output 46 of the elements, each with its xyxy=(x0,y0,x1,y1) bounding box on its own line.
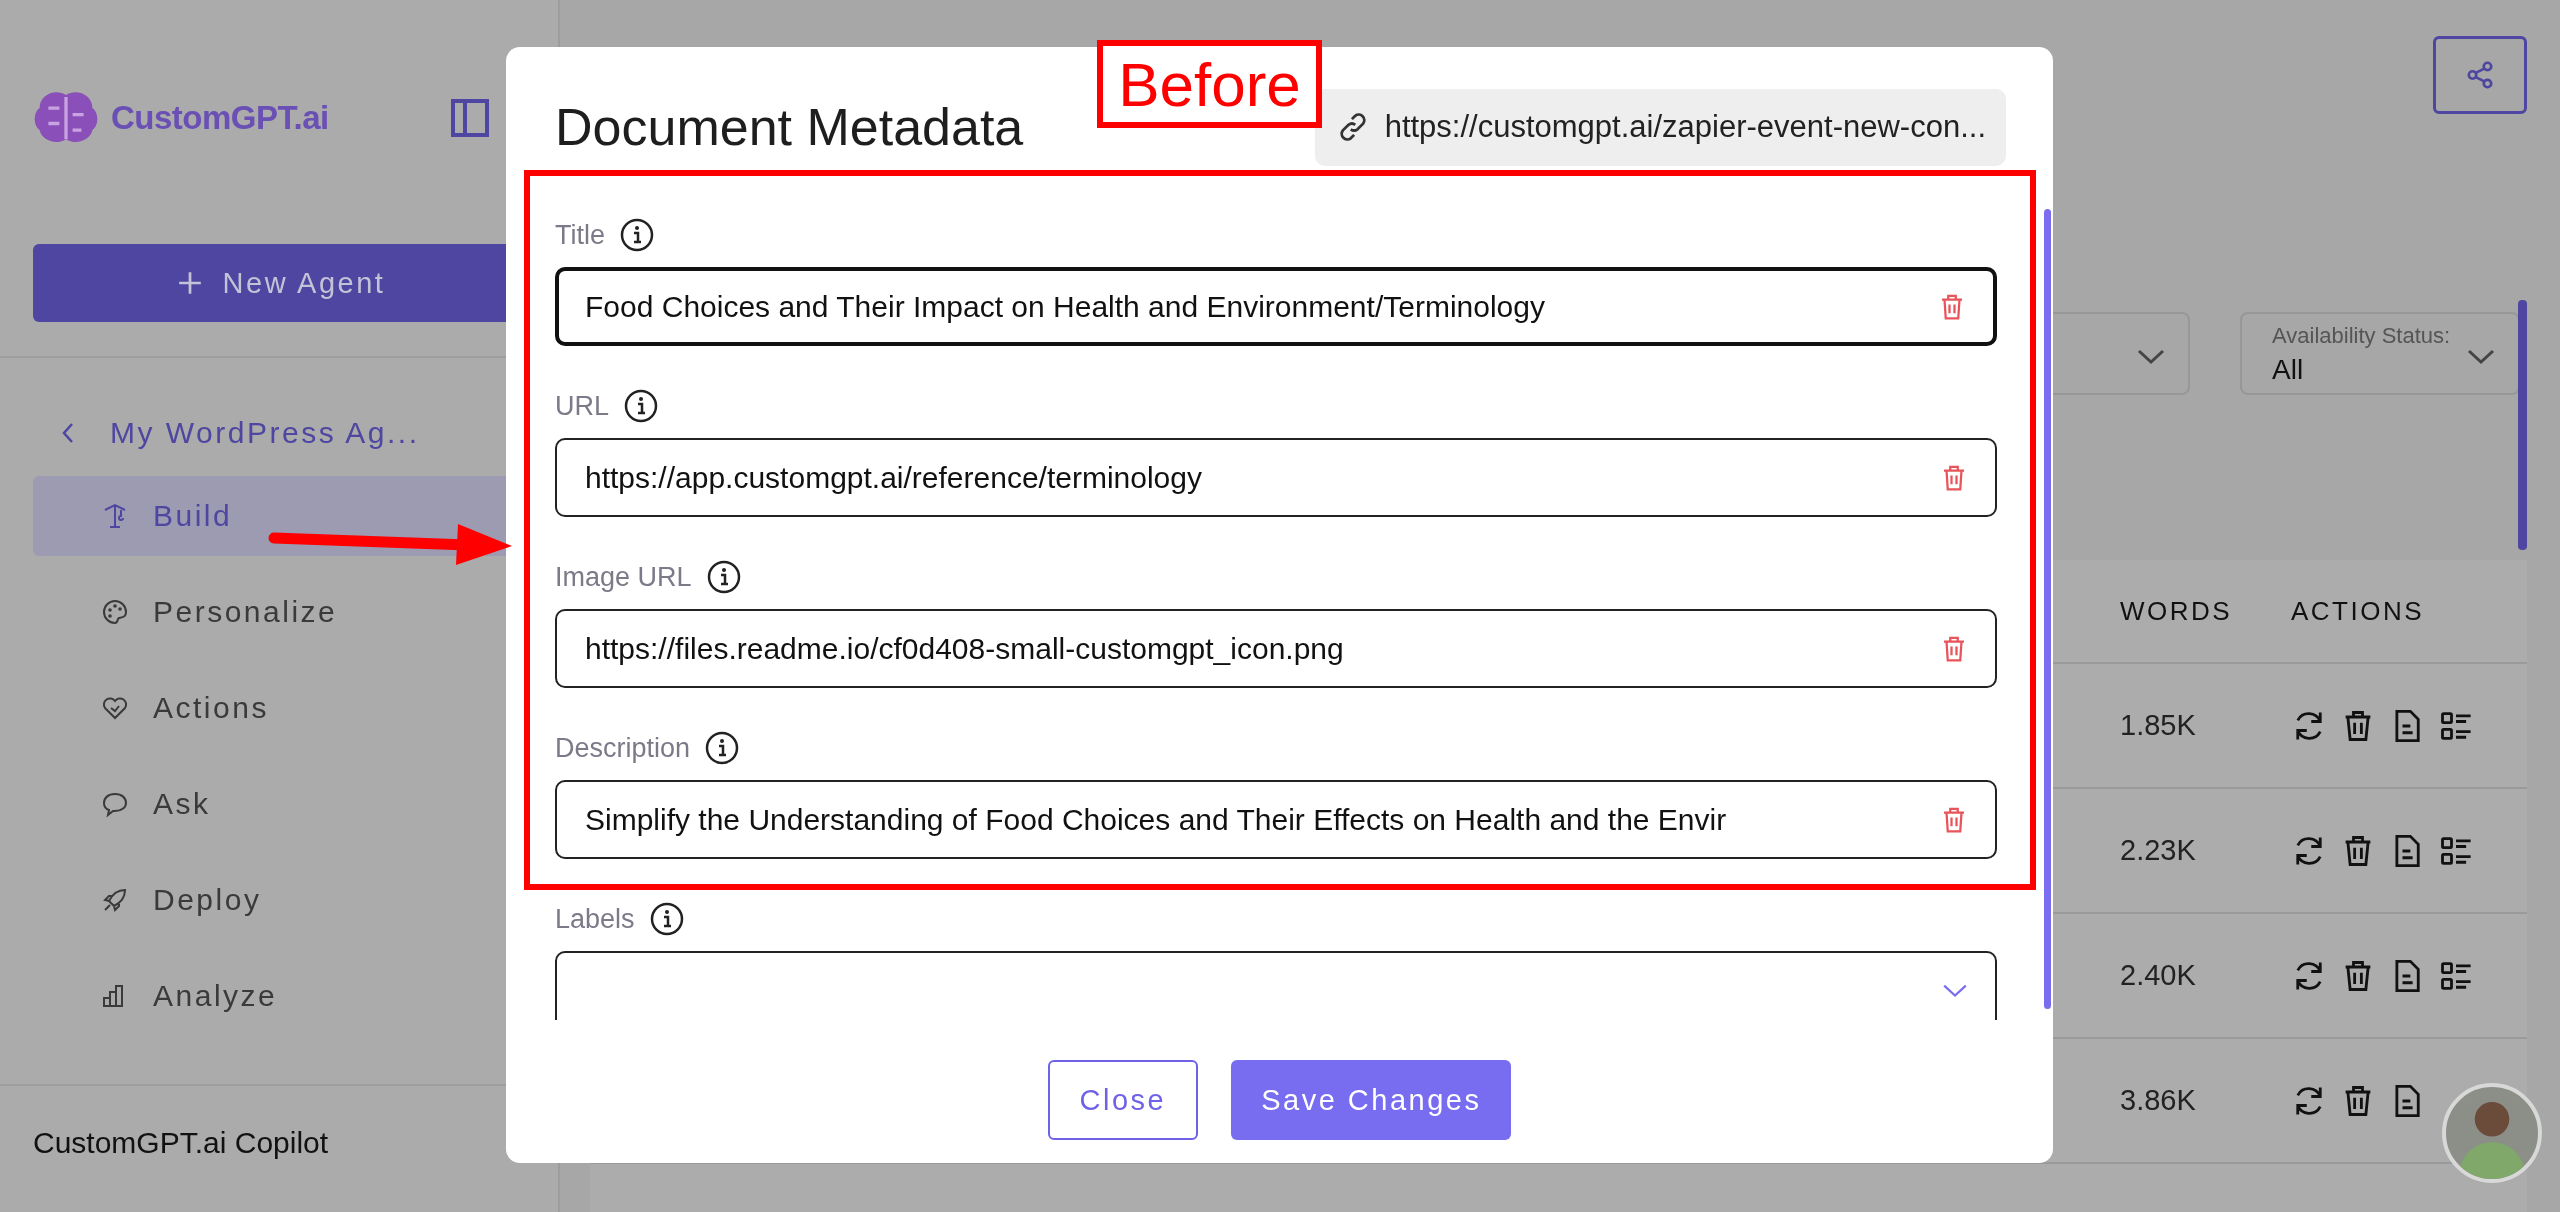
column-header: ACTIONS xyxy=(2291,595,2425,627)
annotation-label: Before xyxy=(1097,40,1322,128)
nav-item[interactable]: Deploy xyxy=(33,860,558,940)
text-field[interactable]: https://app.customgpt.ai/reference/terminology xyxy=(555,438,1997,517)
sidebar-toggle-icon[interactable] xyxy=(450,98,490,138)
chevron-down-icon xyxy=(2136,347,2166,367)
close-button[interactable]: Close xyxy=(1047,1060,1199,1140)
dropdown-label: Availability Status: xyxy=(2272,322,2451,350)
dialog-title: Document Metadata xyxy=(555,97,1024,157)
nav-item[interactable]: Actions xyxy=(33,668,558,748)
heart-icon xyxy=(101,694,129,722)
text-field[interactable]: Food Choices and Their Impact on Health and Environment/Terminology xyxy=(555,267,1997,346)
info-icon[interactable] xyxy=(623,388,659,424)
field-label: Labels xyxy=(555,903,635,935)
table-cell-text: 2.23K xyxy=(2120,834,2197,867)
chevron-left-icon xyxy=(60,421,76,445)
text-field[interactable]: Simplify the Understanding of Food Choices and Their Effects on Health and the Envir xyxy=(555,780,1997,859)
back-link[interactable]: My WordPress Ag... xyxy=(60,416,558,450)
info-icon[interactable] xyxy=(704,730,741,766)
text-field[interactable]: https://files.readme.io/cf0d408-small-customgpt_icon.png xyxy=(555,609,1997,688)
nav-item[interactable]: Personalize xyxy=(33,572,558,652)
field-label: Image URL xyxy=(555,561,692,593)
plus-icon xyxy=(176,270,203,296)
scrollbar[interactable] xyxy=(2044,209,2051,1009)
source-url-chip[interactable]: https://customgpt.ai/zapier-event-new-con... xyxy=(1314,88,2006,166)
info-icon[interactable] xyxy=(648,901,685,937)
table-cell-text: 2.40K xyxy=(2120,959,2197,992)
labels-select[interactable] xyxy=(555,951,1997,1020)
info-icon[interactable] xyxy=(705,559,742,595)
field-label: URL xyxy=(555,390,609,422)
table-cell-text: 1.85K xyxy=(2120,709,2197,742)
nav-item[interactable]: Analyze xyxy=(33,956,558,1036)
nav-item[interactable]: Ask xyxy=(33,764,558,844)
field-label: Description xyxy=(555,732,691,764)
share-button[interactable] xyxy=(2433,36,2527,114)
chevron-down-icon xyxy=(2466,347,2496,367)
table-cell-text: 3.86K xyxy=(2120,1084,2197,1117)
palette-icon xyxy=(101,598,129,626)
dropdown-value: All xyxy=(2272,354,2304,386)
save-button[interactable]: Save Changes xyxy=(1231,1060,1512,1140)
rocket-icon xyxy=(101,886,129,914)
logo-text: CustomGPT.ai xyxy=(111,99,329,137)
column-header: WORDS xyxy=(2120,595,2234,627)
chat-bubble-icon xyxy=(101,790,129,818)
info-icon[interactable] xyxy=(619,217,655,253)
scrollbar[interactable] xyxy=(2518,300,2527,550)
